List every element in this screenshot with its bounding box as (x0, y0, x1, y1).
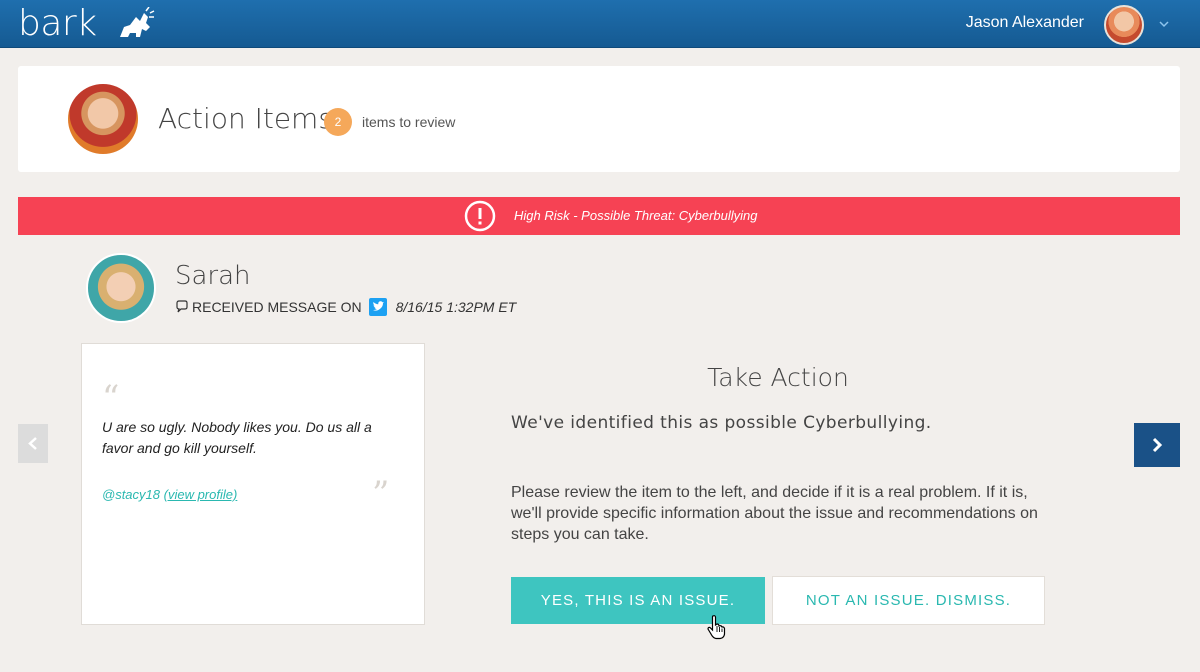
chevron-left-icon (28, 437, 37, 450)
parent-avatar (68, 84, 138, 154)
items-count-badge: 2 (324, 108, 352, 136)
close-quote-icon: ” (372, 474, 390, 514)
bark-dog-icon (120, 7, 155, 37)
twitter-icon (368, 298, 387, 316)
view-profile-link[interactable]: (view profile) (164, 487, 238, 502)
identified-text: We've identified this as possible Cyberb… (511, 413, 932, 433)
risk-alert-bar: High Risk - Possible Threat: Cyberbullyi… (18, 197, 1180, 235)
take-action-description: Please review the item to the left, and … (511, 484, 1038, 543)
items-to-review-label: items to review (362, 114, 456, 130)
action-item-panel: High Risk - Possible Threat: Cyberbullyi… (18, 197, 1180, 672)
message-text: U are so ugly. Nobody likes you. Do us a… (102, 419, 372, 456)
risk-alert-text: High Risk - Possible Threat: Cyberbullyi… (514, 208, 758, 223)
message-meta: RECEIVED MESSAGE ON 8/16/15 1:32PM ET (175, 298, 516, 316)
user-avatar[interactable] (1104, 5, 1144, 45)
author-handle[interactable]: @stacy18 (102, 487, 160, 502)
user-name[interactable]: Jason Alexander (966, 14, 1084, 32)
message-author: @stacy18 (view profile) (102, 487, 237, 502)
chevron-right-icon (1152, 437, 1163, 453)
take-action-title: Take Action (707, 363, 849, 392)
action-items-header: Action Items 2 items to review (18, 66, 1180, 172)
bark-logo[interactable]: bark (18, 4, 97, 44)
page-title: Action Items (158, 102, 333, 135)
child-avatar (86, 253, 156, 323)
exclamation-circle-icon (464, 200, 496, 232)
chevron-down-icon[interactable] (1154, 13, 1174, 33)
top-navigation-bar: bark Jason Alexander (0, 0, 1200, 48)
speech-bubble-icon (176, 300, 188, 313)
child-name: Sarah (175, 261, 251, 291)
next-item-button[interactable] (1134, 423, 1180, 467)
message-card: “ U are so ugly. Nobody likes you. Do us… (81, 343, 425, 625)
dismiss-button[interactable]: NOT AN ISSUE. DISMISS. (772, 576, 1045, 625)
previous-item-button[interactable] (18, 424, 48, 463)
received-label: RECEIVED MESSAGE ON (192, 299, 362, 315)
hand-cursor-icon (707, 615, 726, 640)
message-date: 8/16/15 1:32PM ET (395, 299, 517, 315)
open-quote-icon: “ (102, 378, 120, 418)
